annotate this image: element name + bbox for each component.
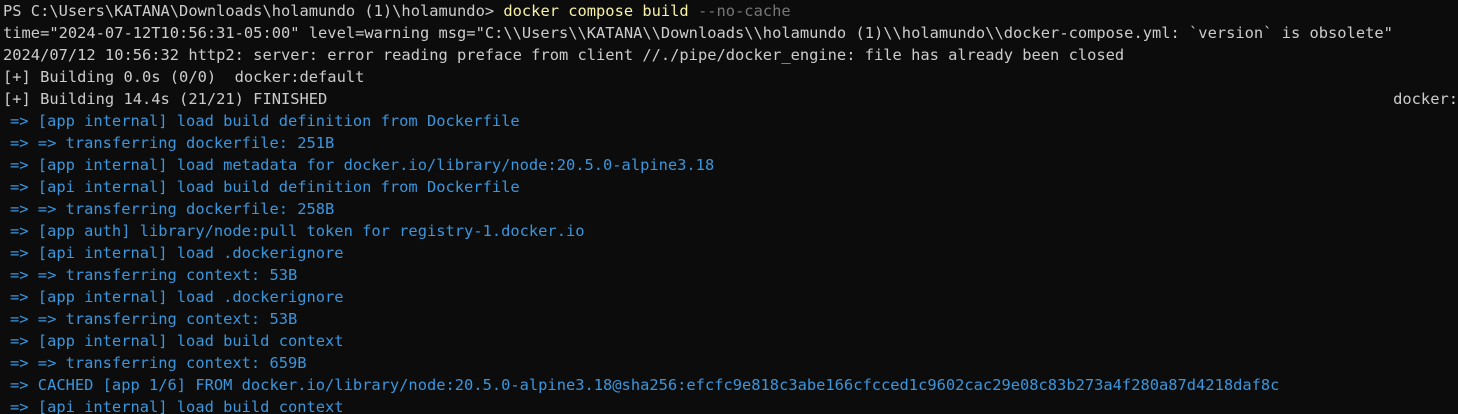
build-step: => [app internal] load .dockerignore: [10, 288, 344, 306]
build-step: => => transferring context: 53B: [10, 310, 298, 328]
prompt-path: PS C:\Users\KATANA\Downloads\holamundo (…: [3, 2, 504, 20]
build-step: => [app internal] load build context: [10, 332, 344, 350]
build-step: => => transferring context: 53B: [10, 266, 298, 284]
build-step: => [app auth] library/node:pull token fo…: [10, 222, 585, 240]
error-line: 2024/07/12 10:56:32 http2: server: error…: [3, 46, 1125, 64]
build-finished-line: [+] Building 14.4s (21/21) FINISHED docke…: [0, 88, 1458, 110]
command-flag: --no-cache: [688, 2, 791, 20]
build-step: => [app internal] load metadata for dock…: [10, 156, 715, 174]
build-step: => CACHED [app 1/6] FROM docker.io/libra…: [10, 376, 1280, 394]
build-step: => [app internal] load build definition …: [10, 112, 520, 130]
build-step: => => transferring dockerfile: 258B: [10, 200, 335, 218]
build-step: => [api internal] load build context: [10, 398, 344, 414]
build-target-label: docker:: [1393, 90, 1458, 108]
terminal-window[interactable]: PS C:\Users\KATANA\Downloads\holamundo (…: [0, 0, 1458, 414]
prompt-line: PS C:\Users\KATANA\Downloads\holamundo (…: [0, 0, 1458, 22]
build-progress-line: [+] Building 0.0s (0/0) docker:default: [3, 68, 365, 86]
build-step: => [api internal] load build definition …: [10, 178, 520, 196]
build-finished-text: [+] Building 14.4s (21/21) FINISHED: [3, 90, 328, 108]
command-text: docker compose build: [503, 2, 689, 20]
warning-line: time="2024-07-12T10:56:31-05:00" level=w…: [3, 24, 1393, 42]
build-step: => [api internal] load .dockerignore: [10, 244, 344, 262]
build-step: => => transferring context: 659B: [10, 354, 307, 372]
build-step: => => transferring dockerfile: 251B: [10, 134, 335, 152]
